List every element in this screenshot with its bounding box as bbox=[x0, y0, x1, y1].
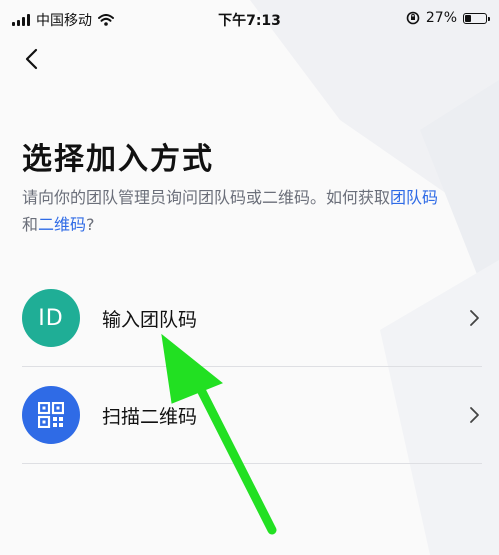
id-badge-icon: ID bbox=[22, 289, 80, 347]
page-subtitle: 请向你的团队管理员询问团队码或二维码。如何获取团队码 和二维码? bbox=[22, 184, 482, 238]
battery-icon bbox=[463, 12, 490, 24]
page-title: 选择加入方式 bbox=[22, 142, 214, 177]
subtitle-and: 和 bbox=[22, 215, 39, 234]
orientation-lock-icon bbox=[406, 11, 420, 25]
enter-team-code-option[interactable]: ID 输入团队码 bbox=[22, 270, 482, 366]
chevron-right-icon bbox=[470, 407, 479, 423]
qr-code-help-link[interactable]: 二维码 bbox=[38, 215, 86, 234]
chevron-left-icon bbox=[25, 48, 38, 70]
chevron-right-icon bbox=[470, 310, 479, 326]
divider bbox=[22, 463, 482, 464]
team-code-help-link[interactable]: 团队码 bbox=[390, 188, 438, 207]
qr-code-icon bbox=[22, 386, 80, 444]
subtitle-end: ? bbox=[86, 215, 95, 234]
status-bar: 中国移动 下午7:13 27% bbox=[0, 0, 499, 36]
subtitle-text: 请向你的团队管理员询问团队码或二维码。如何获取 bbox=[22, 188, 391, 207]
scan-qr-code-label: 扫描二维码 bbox=[102, 405, 198, 428]
enter-team-code-label: 输入团队码 bbox=[102, 308, 198, 331]
battery-percent: 27% bbox=[425, 10, 457, 26]
scan-qr-code-option[interactable]: 扫描二维码 bbox=[22, 367, 482, 463]
back-button[interactable] bbox=[16, 42, 50, 76]
